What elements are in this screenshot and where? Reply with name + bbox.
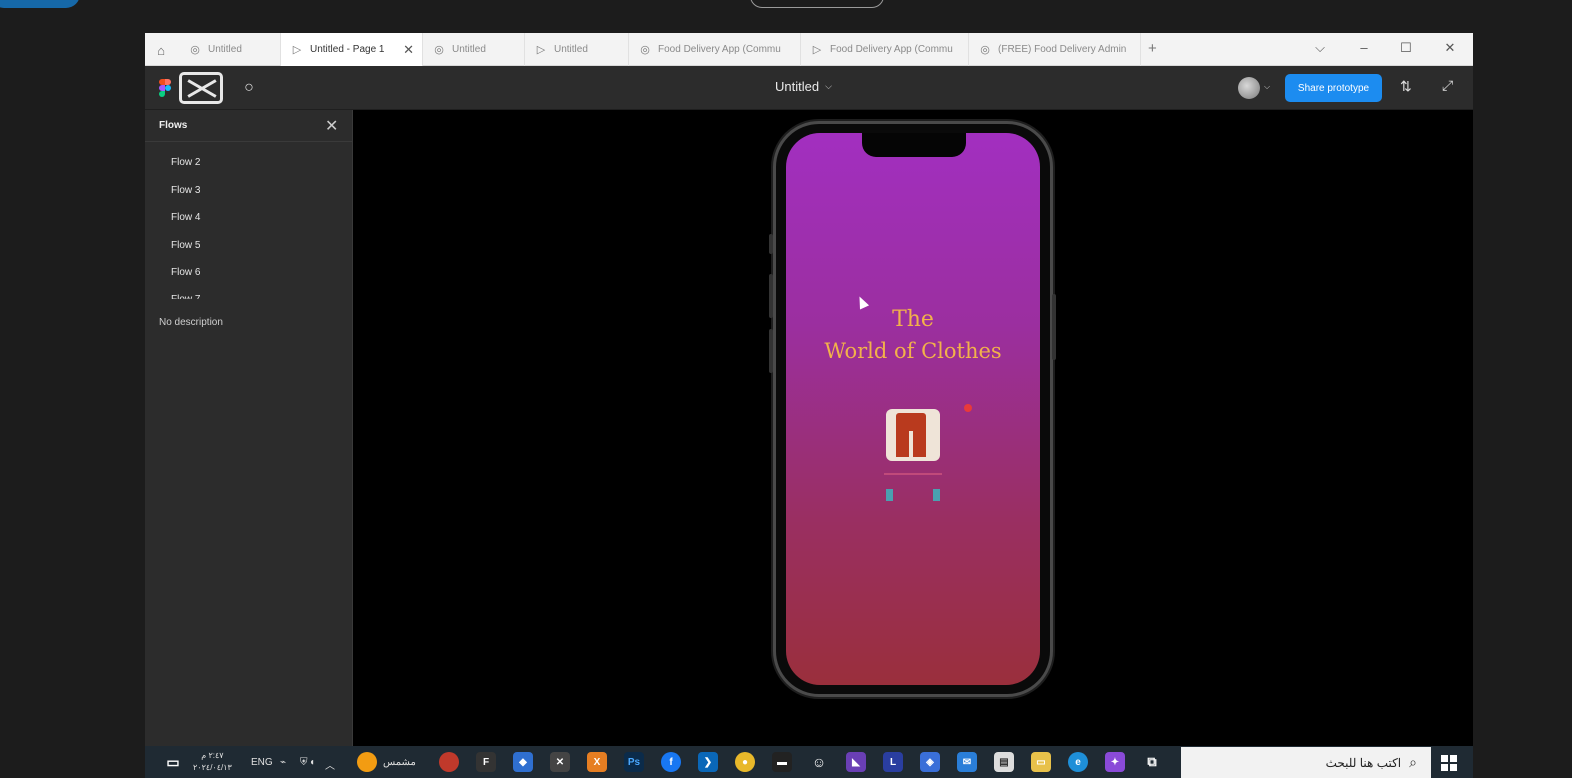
tab-untitled-2[interactable]: ◎ Untitled bbox=[423, 33, 525, 66]
outer-app-tab bbox=[0, 0, 80, 8]
share-prototype-button[interactable]: Share prototype bbox=[1285, 74, 1382, 102]
windows-start-icon[interactable] bbox=[1441, 755, 1457, 771]
minimize-button[interactable]: – bbox=[1354, 40, 1374, 55]
phone-button bbox=[769, 274, 773, 318]
settings-sliders-icon[interactable]: ⇅ bbox=[1400, 78, 1412, 95]
cart-base bbox=[884, 473, 942, 501]
outer-toolbar-pill bbox=[750, 0, 884, 8]
flow-item[interactable]: Flow 5 bbox=[171, 240, 200, 251]
mail-icon[interactable]: ✉ bbox=[957, 752, 977, 772]
app-l-icon[interactable]: L bbox=[883, 752, 903, 772]
figma-toolbar: ○ Untitled ⌵ ⌵ Share prototype ⇅ ⤢ bbox=[145, 66, 1473, 110]
notification-icon[interactable]: ▭ bbox=[163, 752, 183, 772]
play-prototype-icon: ▷ bbox=[812, 44, 822, 56]
windows-taskbar: ▭ ٢:٤٧ م ٢٠٢٤/٠٤/١٣ ENG ⌁ ⛨ ◖ ︿ مشمس F ◆… bbox=[145, 746, 1473, 778]
tab-food-delivery-admin[interactable]: ◎ (FREE) Food Delivery Admin bbox=[969, 33, 1141, 66]
document-title[interactable]: Untitled ⌵ bbox=[775, 79, 832, 94]
app-icon[interactable]: ◆ bbox=[513, 752, 533, 772]
phone-frame: The World of Clothes bbox=[769, 121, 1056, 697]
volume-icon[interactable]: ◖ bbox=[309, 757, 315, 768]
copilot-icon[interactable]: ✦ bbox=[1105, 752, 1125, 772]
sidebar-title: Flows bbox=[159, 120, 188, 131]
tab-bar: ⌂ ◎ Untitled ▷ Untitled - Page 1 ✕ ◎ Unt… bbox=[145, 33, 1473, 66]
facebook-icon[interactable]: f bbox=[661, 752, 681, 772]
flows-sidebar: Flows ✕ Flow 2 Flow 3 Flow 4 Flow 5 Flow… bbox=[145, 110, 353, 746]
capcut-watermark-icon bbox=[179, 72, 223, 104]
tab-untitled-1[interactable]: ◎ Untitled bbox=[179, 33, 281, 66]
close-window-button[interactable]: ✕ bbox=[1440, 40, 1460, 56]
flow-item[interactable]: Flow 3 bbox=[171, 185, 200, 196]
prototype-screen[interactable]: The World of Clothes bbox=[786, 133, 1040, 685]
search-icon: ⌕ bbox=[1409, 754, 1417, 770]
flow-description: No description bbox=[159, 317, 223, 328]
shield-icon[interactable]: ⛨ bbox=[300, 757, 308, 768]
phone-button bbox=[769, 234, 773, 254]
play-prototype-icon: ▷ bbox=[292, 44, 302, 56]
play-prototype-icon: ▷ bbox=[536, 44, 546, 56]
visual-studio-icon[interactable]: ◣ bbox=[846, 752, 866, 772]
tray-chevron-up-icon[interactable]: ︿ bbox=[325, 757, 335, 772]
flow-item[interactable]: Flow 2 bbox=[171, 157, 200, 168]
tab-food-delivery-1[interactable]: ◎ Food Delivery App (Commu bbox=[629, 33, 801, 66]
notification-dot bbox=[964, 404, 972, 412]
figma-logo-icon[interactable] bbox=[159, 79, 171, 97]
comment-icon[interactable]: ○ bbox=[239, 78, 259, 98]
search-input[interactable]: اكتب هنا للبحث bbox=[1326, 756, 1402, 770]
taskbar-search[interactable]: اكتب هنا للبحث ⌕ bbox=[1181, 747, 1431, 778]
phone-notch bbox=[862, 133, 966, 157]
tab-untitled-3[interactable]: ▷ Untitled bbox=[525, 33, 629, 66]
photoshop-icon[interactable]: Ps bbox=[624, 752, 644, 772]
new-tab-button[interactable]: + bbox=[1148, 40, 1157, 57]
flow-item[interactable]: Flow 4 bbox=[171, 212, 200, 223]
network-icon[interactable]: ⌁ bbox=[280, 757, 286, 768]
app-icon[interactable]: ✕ bbox=[550, 752, 570, 772]
tab-untitled-page-1[interactable]: ▷ Untitled - Page 1 ✕ bbox=[281, 33, 423, 66]
system-clock[interactable]: ٢:٤٧ م ٢٠٢٤/٠٤/١٣ bbox=[193, 750, 232, 774]
app-icon[interactable]: ◈ bbox=[920, 752, 940, 772]
close-icon[interactable]: ✕ bbox=[325, 116, 338, 136]
headline-line-2: World of Clothes bbox=[824, 339, 1002, 363]
home-icon[interactable]: ⌂ bbox=[151, 40, 171, 60]
tab-list-chevron-icon[interactable]: ⌵ bbox=[1310, 40, 1330, 56]
flow-item[interactable]: Flow 7 bbox=[171, 294, 200, 299]
figma-file-icon: ◎ bbox=[434, 44, 444, 56]
tab-food-delivery-2[interactable]: ▷ Food Delivery App (Commu bbox=[801, 33, 969, 66]
app-recorder-icon[interactable] bbox=[439, 752, 459, 772]
maximize-button[interactable]: ☐ bbox=[1396, 40, 1416, 56]
flow-item[interactable]: Flow 6 bbox=[171, 267, 200, 278]
avatar[interactable] bbox=[1238, 77, 1260, 99]
file-explorer-icon[interactable]: ▭ bbox=[1031, 752, 1051, 772]
avatar-chevron-icon[interactable]: ⌵ bbox=[1264, 82, 1270, 92]
vscode-icon[interactable]: ❯ bbox=[698, 752, 718, 772]
edge-icon[interactable]: e bbox=[1068, 752, 1088, 772]
task-view-icon[interactable]: ⧉ bbox=[1142, 752, 1162, 772]
sidebar-header: Flows ✕ bbox=[145, 110, 353, 142]
weather-label[interactable]: مشمس bbox=[383, 757, 416, 768]
expand-icon[interactable]: ⤢ bbox=[1442, 77, 1453, 94]
headline-line-1: The bbox=[892, 307, 934, 332]
language-indicator[interactable]: ENG bbox=[251, 757, 273, 768]
figma-file-icon: ◎ bbox=[640, 44, 650, 56]
chevron-down-icon: ⌵ bbox=[825, 81, 832, 91]
app-icon[interactable]: X bbox=[587, 752, 607, 772]
figma-file-icon: ◎ bbox=[190, 44, 200, 56]
weather-sun-icon[interactable] bbox=[357, 752, 377, 772]
shopping-cart-icon bbox=[882, 404, 972, 505]
close-tab-icon[interactable]: ✕ bbox=[403, 42, 414, 58]
clothing-image bbox=[886, 409, 940, 461]
prototype-canvas[interactable]: The World of Clothes bbox=[353, 110, 1473, 746]
phone-button bbox=[769, 329, 773, 373]
notepad-icon[interactable]: ▤ bbox=[994, 752, 1014, 772]
emoji-icon[interactable]: ☺ bbox=[809, 752, 829, 772]
terminal-icon[interactable]: ▬ bbox=[772, 752, 792, 772]
phone-button bbox=[1052, 294, 1056, 360]
chrome-icon[interactable]: ● bbox=[735, 752, 755, 772]
figma-taskbar-icon[interactable]: F bbox=[476, 752, 496, 772]
browser-window: ⌂ ◎ Untitled ▷ Untitled - Page 1 ✕ ◎ Unt… bbox=[145, 33, 1473, 746]
figma-file-icon: ◎ bbox=[980, 44, 990, 56]
